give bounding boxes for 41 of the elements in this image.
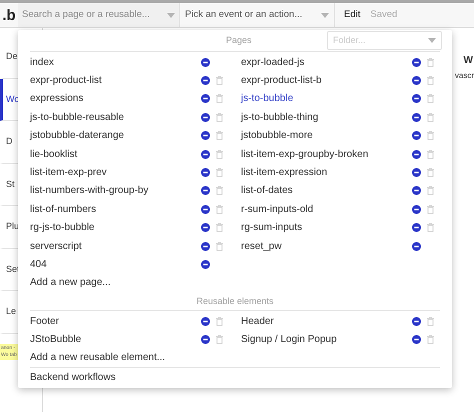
page-link[interactable]: list-item-exp-prev — [30, 165, 201, 180]
add-page-link[interactable]: Add a new page... — [30, 275, 111, 290]
page-link[interactable]: list-item-exp-groupby-broken — [241, 146, 412, 162]
page-link[interactable]: js-to-bubble-thing — [241, 110, 412, 125]
add-reusable-link[interactable]: Add a new reusable element... — [30, 350, 166, 366]
panel-text: vascr — [454, 70, 474, 82]
edit-tab[interactable]: Edit — [344, 8, 360, 22]
page-link[interactable]: 404 — [30, 256, 201, 272]
page-link[interactable]: expressions — [30, 91, 201, 106]
logo[interactable]: .b — [0, 8, 18, 22]
event-picker-field[interactable]: Pick an event or an action... — [180, 3, 335, 27]
page-link[interactable]: serverscript — [30, 238, 201, 254]
caret-icon — [428, 38, 436, 43]
caret-icon — [167, 12, 175, 18]
page-link[interactable]: list-numbers-with-group-by — [30, 183, 201, 198]
page-link[interactable]: jstobubble-daterange — [30, 128, 201, 144]
section-heading: Reusable elements — [196, 294, 274, 308]
page-link[interactable]: lie-booklist — [30, 146, 201, 162]
caret-icon — [321, 12, 329, 18]
save-status: Saved — [370, 8, 398, 22]
page-link[interactable]: js-to-bubble — [241, 91, 412, 106]
page-link[interactable]: list-of-numbers — [30, 202, 201, 217]
page-link[interactable]: Signup / Login Popup — [241, 332, 412, 348]
page-link[interactable]: index — [30, 54, 201, 70]
page-link[interactable]: js-to-bubble-reusable — [30, 110, 201, 125]
section-heading: Pages — [226, 34, 252, 47]
page-link[interactable]: expr-product-list — [30, 73, 201, 88]
backend-workflows-link[interactable]: Backend workflows — [30, 370, 116, 386]
page-link[interactable]: list-of-dates — [241, 183, 412, 198]
page-link[interactable]: expr-loaded-js — [241, 54, 412, 70]
page-link[interactable]: rg-sum-inputs — [241, 220, 412, 236]
panel-heading: W — [464, 54, 473, 68]
page-link[interactable]: JStoBubble — [30, 332, 201, 348]
page-link[interactable]: Header — [241, 314, 412, 329]
page-link[interactable]: Footer — [30, 314, 201, 329]
page-link[interactable]: reset_pw — [241, 238, 412, 254]
page-link[interactable]: expr-product-list-b — [241, 73, 412, 88]
page-link[interactable]: list-item-expression — [241, 165, 412, 180]
page-link[interactable]: rg-js-to-bubble — [30, 220, 201, 236]
page-link[interactable]: r-sum-inputs-old — [241, 202, 412, 217]
page-link[interactable]: jstobubble-more — [241, 128, 412, 144]
